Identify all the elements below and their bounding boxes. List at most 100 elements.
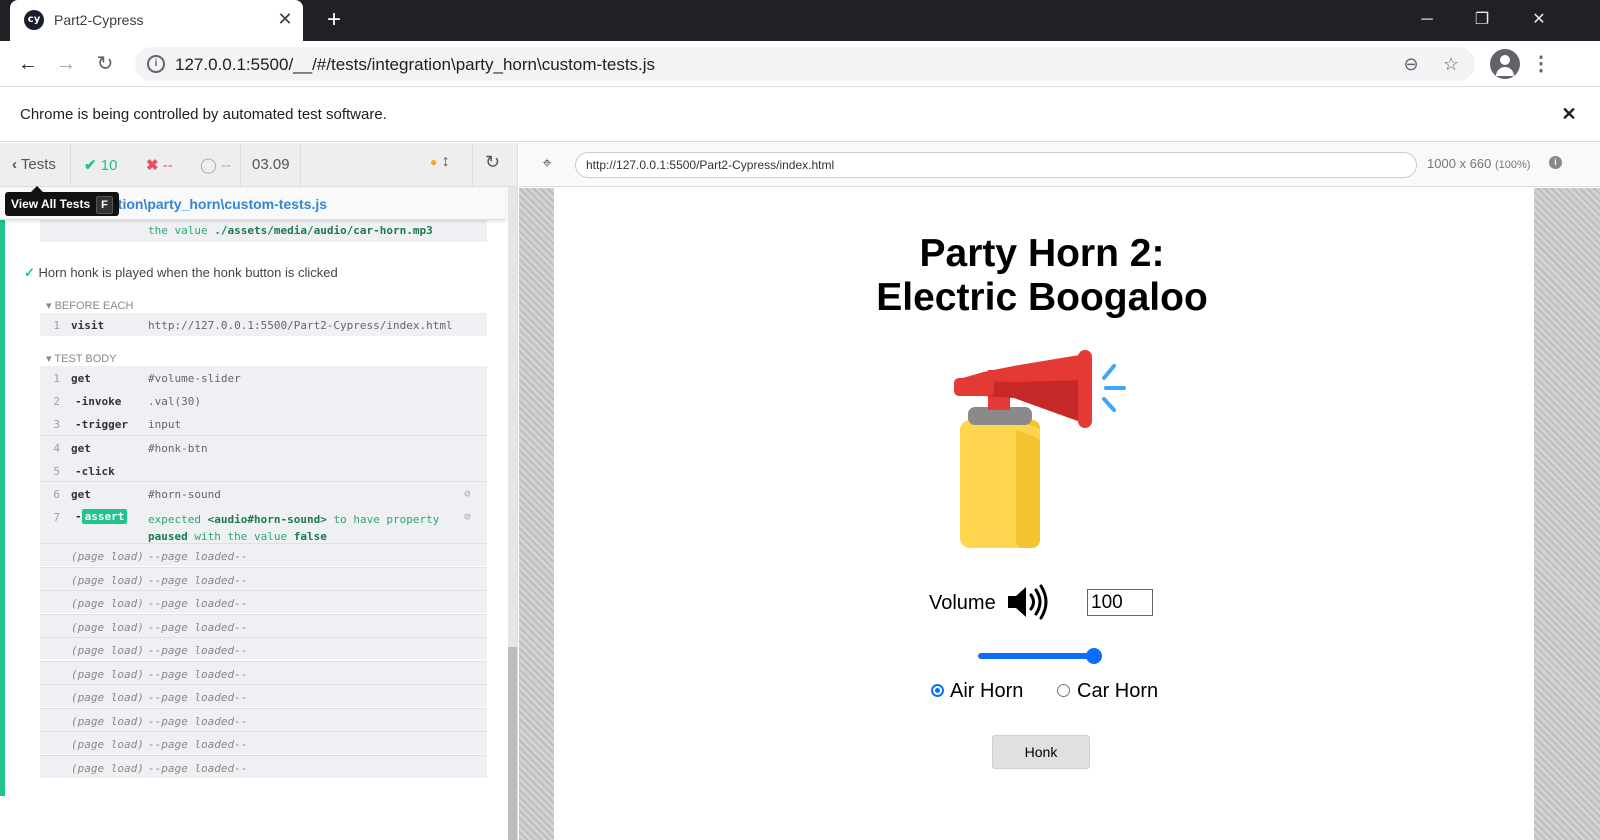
test-body-hook[interactable]: ▾ TEST BODY: [46, 352, 117, 365]
page-load-row[interactable]: (page load) --page loaded--: [40, 590, 487, 613]
x-icon: ✖: [146, 157, 159, 174]
volume-number-input[interactable]: [1087, 589, 1153, 616]
bookmark-star-icon[interactable]: ☆: [1439, 52, 1463, 76]
volume-slider-thumb[interactable]: [1086, 648, 1102, 664]
infobar-close-icon[interactable]: ✕: [1557, 102, 1581, 126]
spec-path-link[interactable]: ation\party_horn\custom-tests.js: [110, 196, 327, 212]
passed-stat: ✔ 10: [84, 156, 117, 174]
page-load-message: --page loaded--: [148, 714, 248, 728]
zoom-icon[interactable]: ⊖: [1399, 52, 1423, 76]
tab-title: Part2-Cypress: [54, 12, 144, 28]
browser-tab[interactable]: cy Part2-Cypress ✕: [10, 0, 303, 41]
car-horn-radio[interactable]: [1057, 684, 1070, 697]
minimize-icon[interactable]: ─: [1412, 6, 1442, 34]
page-load-row[interactable]: (page load) --page loaded--: [40, 613, 487, 637]
page-load-row[interactable]: (page load) --page loaded--: [40, 566, 487, 590]
page-load-message: --page loaded--: [148, 738, 248, 751]
page-load-name: (page load): [71, 573, 144, 587]
browser-menu-icon[interactable]: ⋮: [1530, 50, 1552, 78]
test-title-row[interactable]: ✓ Horn honk is played when the honk butt…: [24, 265, 338, 281]
page-title-line1: Party Horn 2:: [919, 232, 1165, 275]
assert-to-have-text: to have property: [333, 513, 440, 526]
reporter-header: ‹ Tests ✔ 10 ✖ -- ◯ -- 03.09 ● ↕ ↻: [0, 143, 517, 187]
reporter-scrollbar-thumb[interactable]: [508, 647, 517, 840]
page-load-row[interactable]: (page load) --page loaded--: [40, 754, 487, 778]
assert-value: false: [293, 530, 327, 543]
command-row[interactable]: 5 -click: [40, 459, 487, 482]
aut-url[interactable]: http://127.0.0.1:5500/Part2-Cypress/inde…: [575, 152, 1417, 178]
eye-slash-icon[interactable]: ⊘: [464, 487, 478, 501]
page-load-message: --page loaded--: [148, 573, 248, 587]
command-name: -trigger: [75, 418, 128, 431]
new-tab-icon[interactable]: +: [322, 8, 346, 32]
assert-badge: assert: [81, 509, 128, 524]
before-each-label: BEFORE EACH: [54, 300, 134, 312]
command-name: -invoke: [75, 395, 122, 408]
assert-command-row[interactable]: 7 - assert expected <audio#horn-sound> to…: [40, 505, 487, 544]
selector-playground-crosshair-icon[interactable]: ⌖: [537, 154, 557, 174]
page-load-row[interactable]: (page load) --page loaded--: [40, 543, 487, 566]
duration: 03.09: [252, 156, 290, 173]
page-load-row[interactable]: (page load) --page loaded--: [40, 731, 487, 754]
volume-label: Volume: [929, 592, 996, 614]
pending-circle-icon: ◯: [200, 157, 217, 174]
chevron-left-icon: ‹: [12, 156, 17, 173]
page-load-message: --page loaded--: [148, 644, 248, 657]
address-bar[interactable]: i 127.0.0.1:5500/__/#/tests/integration\…: [135, 47, 1475, 81]
command-row[interactable]: 1 get #volume-slider: [40, 366, 487, 389]
air-horn-label[interactable]: Air Horn: [950, 680, 1023, 703]
page-load-name: (page load): [71, 597, 144, 610]
air-horn-radio[interactable]: [931, 684, 944, 697]
restore-icon[interactable]: ❐: [1467, 6, 1497, 34]
app-under-test-frame: Party Horn 2: Electric Boogaloo Volume A…: [554, 188, 1534, 840]
page-load-message: --page loaded--: [148, 761, 248, 775]
auto-scroll-toggle[interactable]: ● ↕: [430, 153, 450, 171]
page-load-name: (page load): [71, 550, 144, 563]
command-row[interactable]: 6 get #horn-sound ⊘: [40, 482, 487, 505]
page-load-name: (page load): [71, 667, 144, 681]
eye-slash-icon[interactable]: ⊘: [464, 510, 478, 524]
command-group: 6 get #horn-sound ⊘ 7 - assert expected <…: [40, 481, 487, 543]
page-load-name: (page load): [71, 714, 144, 728]
page-load-row[interactable]: (page load) --page loaded--: [40, 660, 487, 684]
page-load-row[interactable]: (page load) --page loaded--: [40, 707, 487, 731]
back-arrow-icon[interactable]: ←: [14, 50, 42, 78]
command-row[interactable]: 3 -trigger input: [40, 412, 487, 435]
car-horn-label[interactable]: Car Horn: [1077, 680, 1158, 703]
page-load-row[interactable]: (page load) --page loaded--: [40, 684, 487, 707]
command-number: 4: [53, 442, 60, 455]
address-url[interactable]: 127.0.0.1:5500/__/#/tests/integration\pa…: [175, 55, 655, 75]
command-number: 6: [53, 488, 60, 501]
command-row[interactable]: 4 get #honk-btn: [40, 436, 487, 459]
pass-indicator-bar: [0, 220, 5, 796]
viewport-info-icon[interactable]: i: [1549, 156, 1562, 169]
failed-count: --: [162, 157, 173, 174]
close-window-icon[interactable]: ✕: [1524, 6, 1554, 34]
site-info-icon[interactable]: i: [147, 55, 165, 73]
command-message: #honk-btn: [148, 442, 208, 455]
command-row[interactable]: 1 visit http://127.0.0.1:5500/Part2-Cypr…: [40, 313, 487, 336]
command-row[interactable]: 2 -invoke .val(30): [40, 389, 487, 412]
page-load-message: --page loaded--: [148, 620, 248, 634]
reload-icon[interactable]: ↻: [91, 50, 119, 78]
before-each-hook[interactable]: ▾ BEFORE EACH: [46, 299, 133, 312]
view-all-tests-button[interactable]: ‹ Tests: [12, 156, 56, 173]
page-load-name: (page load): [71, 691, 144, 704]
close-tab-icon[interactable]: ✕: [275, 9, 295, 29]
honk-button[interactable]: Honk: [992, 735, 1090, 769]
forward-arrow-icon[interactable]: →: [52, 50, 80, 78]
page-load-name: (page load): [71, 761, 144, 775]
command-name: visit: [71, 319, 105, 332]
caret-down-icon: ▾: [46, 300, 52, 312]
scroll-arrows-icon: ↕: [441, 153, 450, 170]
page-load-row[interactable]: (page load) --page loaded--: [40, 637, 487, 660]
viewport-scale: (100%): [1494, 159, 1531, 171]
profile-avatar-icon[interactable]: [1490, 49, 1520, 79]
test-pass-check-icon: ✓: [24, 265, 35, 280]
command-group: 4 get #honk-btn 5 -click: [40, 435, 487, 481]
rerun-icon[interactable]: ↻: [485, 152, 500, 173]
volume-slider[interactable]: [978, 648, 1102, 664]
command-number: 1: [53, 319, 60, 332]
page-load-message: --page loaded--: [148, 667, 248, 681]
aut-header: ⌖ http://127.0.0.1:5500/Part2-Cypress/in…: [519, 143, 1600, 187]
